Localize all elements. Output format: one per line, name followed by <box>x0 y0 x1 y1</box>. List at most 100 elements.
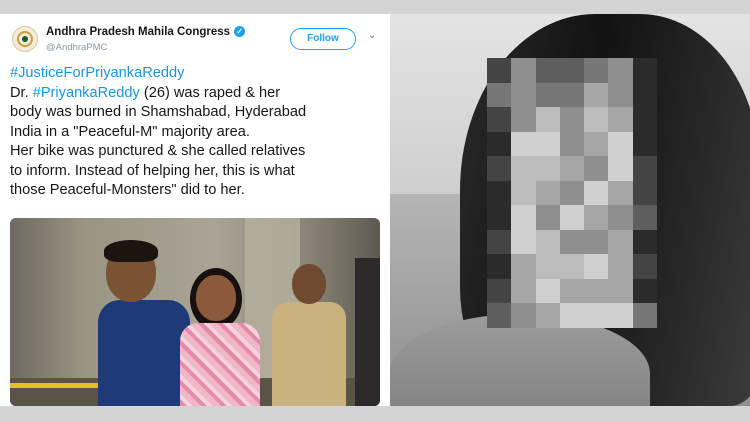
tweet-line: to inform. Instead of helping her, this … <box>10 162 295 179</box>
mosaic-cell <box>559 131 585 157</box>
mosaic-cell <box>535 278 560 304</box>
mosaic-cell <box>511 58 536 83</box>
logo-center <box>22 36 28 42</box>
mosaic-cell <box>559 303 585 328</box>
tweet-card: Andhra Pradesh Mahila Congress ✓ @AndhraP… <box>0 14 390 406</box>
person-edge <box>355 258 380 406</box>
mosaic-cell <box>608 58 633 83</box>
tweet-text: #JusticeForPriyankaReddy Dr. #PriyankaRe… <box>10 64 385 201</box>
mosaic-cell <box>559 278 585 304</box>
account-handle[interactable]: @AndhraPMC <box>46 42 107 53</box>
mosaic-cell <box>559 254 585 279</box>
mosaic-cell <box>487 131 512 157</box>
mosaic-cell <box>511 107 536 132</box>
tweet-line: #JusticeForPriyankaReddy <box>10 64 385 84</box>
person-woman-head <box>196 275 236 321</box>
mosaic-cell <box>511 180 536 206</box>
mosaic-cell <box>632 205 657 230</box>
person-officer-head <box>292 264 326 304</box>
mosaic-cell <box>511 205 536 230</box>
mosaic-cell <box>487 205 512 230</box>
mosaic-cell <box>511 229 536 255</box>
hashtag-link[interactable]: #PriyankaReddy <box>33 85 140 101</box>
mosaic-cell <box>559 58 585 83</box>
mosaic-cell <box>487 303 512 328</box>
mosaic-cell <box>584 131 609 157</box>
mosaic-cell <box>535 180 560 206</box>
person-man-hair <box>104 240 158 262</box>
mosaic-cell <box>559 205 585 230</box>
tweet-media-photo[interactable] <box>10 218 380 406</box>
mosaic-cell <box>584 58 609 83</box>
follow-button[interactable]: Follow <box>290 28 356 50</box>
mosaic-cell <box>559 82 585 108</box>
mosaic-cell <box>632 58 657 83</box>
mosaic-cell <box>608 205 633 230</box>
mosaic-cell <box>608 156 633 181</box>
person-officer-body <box>272 302 346 406</box>
tweet-line: those Peaceful-Monsters" did to her. <box>10 182 245 198</box>
chevron-down-icon[interactable]: ⌄ <box>368 30 376 41</box>
hashtag-link[interactable]: #JusticeForPriyankaReddy <box>10 65 184 81</box>
tweet-line: body was burned in Shamshabad, Hyderabad <box>10 104 307 120</box>
verified-badge-icon: ✓ <box>234 26 246 37</box>
mosaic-cell <box>632 278 657 304</box>
mosaic-cell <box>584 229 609 255</box>
account-name[interactable]: Andhra Pradesh Mahila Congress ✓ <box>46 26 246 38</box>
mosaic-cell <box>632 82 657 108</box>
mosaic-cell <box>535 254 560 279</box>
mosaic-cell <box>559 107 585 132</box>
mosaic-cell <box>487 254 512 279</box>
mosaic-cell <box>608 107 633 132</box>
tweet-line: Her bike was punctured & she called rela… <box>10 143 306 159</box>
mosaic-cell <box>535 156 560 181</box>
mosaic-cell <box>632 156 657 181</box>
mosaic-cell <box>559 229 585 255</box>
mosaic-cell <box>511 82 536 108</box>
mosaic-cell <box>632 303 657 328</box>
mosaic-cell <box>608 229 633 255</box>
mosaic-cell <box>559 180 585 206</box>
mosaic-cell <box>487 82 512 108</box>
mosaic-cell <box>535 205 560 230</box>
mosaic-cell <box>487 278 512 304</box>
mosaic-cell <box>487 58 512 83</box>
account-name-text: Andhra Pradesh Mahila Congress <box>46 26 231 38</box>
person-woman-body <box>180 323 260 406</box>
mosaic-cell <box>535 229 560 255</box>
mosaic-cell <box>511 303 536 328</box>
mosaic-cell <box>584 254 609 279</box>
mosaic-cell <box>584 303 609 328</box>
mosaic-cell <box>487 229 512 255</box>
mosaic-cell <box>511 278 536 304</box>
mosaic-cell <box>608 131 633 157</box>
mosaic-cell <box>535 131 560 157</box>
mosaic-cell <box>487 180 512 206</box>
mosaic-cell <box>608 303 633 328</box>
mosaic-cell <box>559 156 585 181</box>
mosaic-cell <box>511 254 536 279</box>
party-logo-icon[interactable] <box>12 26 38 52</box>
mosaic-cell <box>584 278 609 304</box>
portrait-photo <box>390 14 750 406</box>
mosaic-cell <box>608 180 633 206</box>
mosaic-cell <box>584 156 609 181</box>
mosaic-cell <box>584 180 609 206</box>
mosaic-cell <box>632 180 657 206</box>
tweet-line: Dr. #PriyankaReddy (26) was raped & her <box>10 84 281 101</box>
mosaic-cell <box>632 254 657 279</box>
mosaic-cell <box>632 107 657 132</box>
mosaic-cell <box>584 82 609 108</box>
top-border <box>0 0 750 14</box>
mosaic-cell <box>487 107 512 132</box>
bottom-border <box>0 406 750 422</box>
mosaic-cell <box>608 82 633 108</box>
person-man-body <box>98 300 190 406</box>
mosaic-cell <box>535 58 560 83</box>
mosaic-cell <box>608 254 633 279</box>
mosaic-cell <box>511 131 536 157</box>
mosaic-cell <box>608 278 633 304</box>
mosaic-cell <box>535 82 560 108</box>
mosaic-cell <box>632 131 657 157</box>
mosaic-cell <box>584 205 609 230</box>
